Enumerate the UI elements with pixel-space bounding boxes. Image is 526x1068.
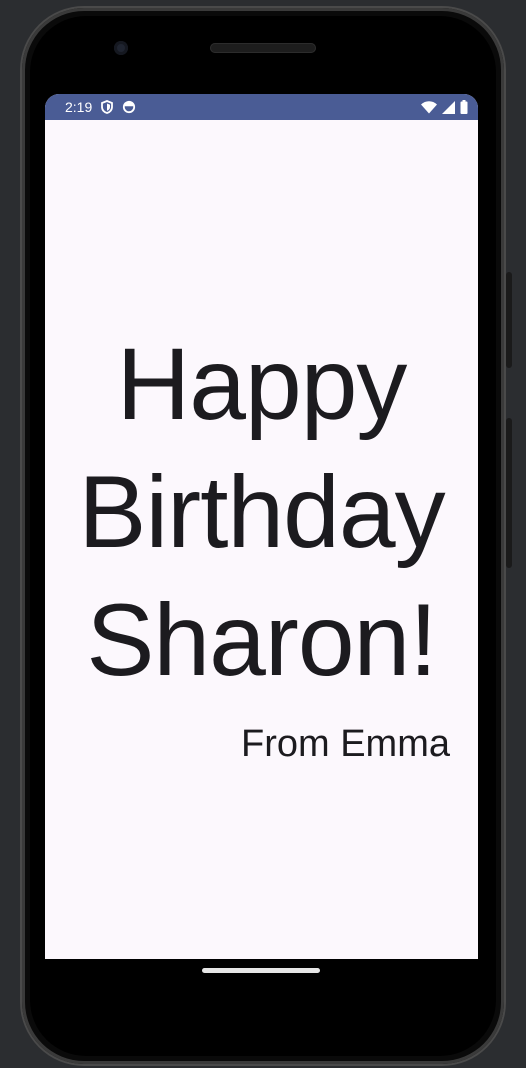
- volume-button[interactable]: [506, 418, 512, 568]
- emulator-stage: 2:19 Happy Birthday Sharon! From Emma: [0, 0, 526, 1068]
- battery-icon: [460, 100, 468, 114]
- app-screen: 2:19 Happy Birthday Sharon! From Emma: [45, 94, 478, 959]
- wifi-icon: [421, 100, 437, 114]
- birthday-message: Happy Birthday Sharon!: [78, 327, 445, 697]
- shield-icon: [101, 100, 114, 114]
- status-left: 2:19: [65, 99, 136, 115]
- earpiece-speaker: [210, 43, 316, 53]
- status-bar: 2:19: [45, 94, 478, 120]
- home-gesture-handle[interactable]: [202, 968, 320, 973]
- data-saver-icon: [122, 100, 136, 114]
- front-camera-icon: [114, 41, 128, 55]
- signature-text: From Emma: [241, 723, 450, 765]
- status-right: [421, 100, 468, 114]
- power-button[interactable]: [506, 272, 512, 368]
- status-time: 2:19: [65, 99, 93, 115]
- cell-signal-icon: [442, 100, 455, 114]
